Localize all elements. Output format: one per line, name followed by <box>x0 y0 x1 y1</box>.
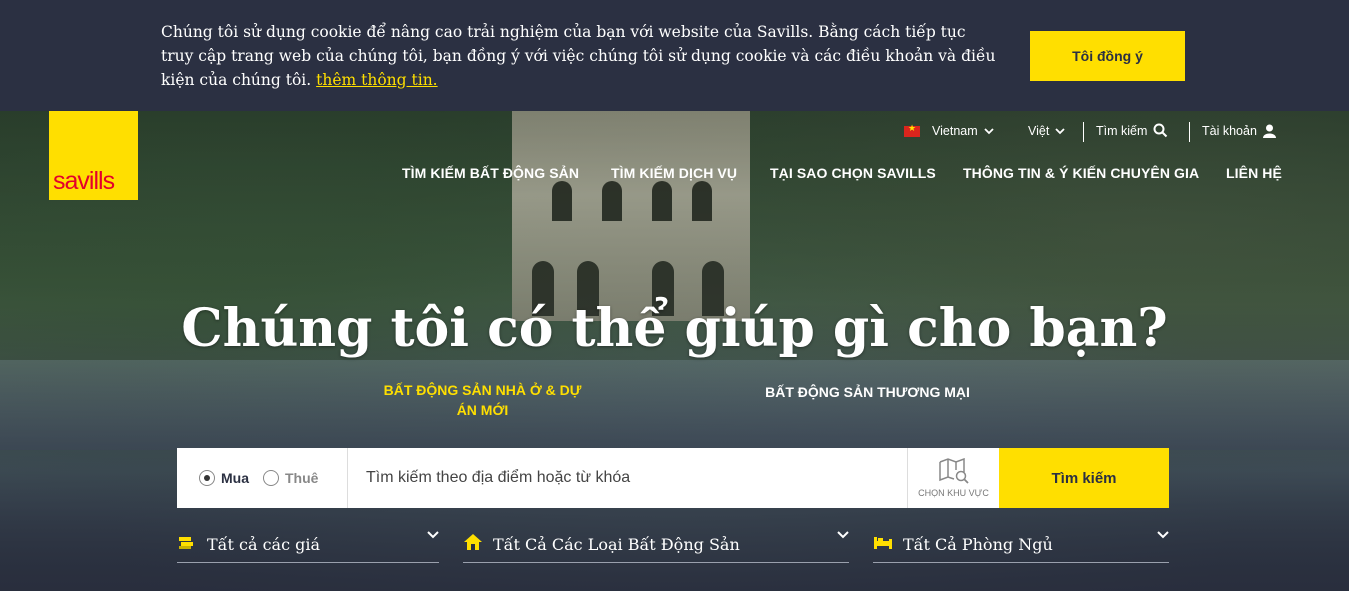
country-selector[interactable]: Vietnam <box>904 123 994 138</box>
language-label: Việt <box>1028 124 1050 138</box>
vietnam-flag-icon <box>904 123 920 137</box>
cookie-more-info-link[interactable]: thêm thông tin. <box>316 71 437 89</box>
search-submit-button[interactable]: Tìm kiếm <box>999 448 1169 508</box>
radio-rent-label: Thuê <box>285 470 319 486</box>
bedroom-filter-dropdown[interactable]: Tất Cả Phòng Ngủ <box>873 527 1169 563</box>
country-label: Vietnam <box>932 124 978 138</box>
chevron-down-icon <box>1055 128 1065 135</box>
chevron-down-icon <box>1157 531 1169 539</box>
property-search-bar: Mua Thuê CHỌN KHU VỰC Tìm kiếm <box>177 448 1169 508</box>
tab-residential[interactable]: BẤT ĐỘNG SẢN NHÀ Ở & DỰ ÁN MỚI <box>375 380 590 420</box>
hero-lake <box>0 360 1349 450</box>
radio-rent[interactable]: Thuê <box>263 470 318 486</box>
cookie-accept-button[interactable]: Tôi đồng ý <box>1030 31 1185 81</box>
search-icon <box>1153 123 1168 138</box>
hero-headline: Chúng tôi có thể giúp gì cho bạn? <box>181 298 1168 359</box>
chevron-down-icon <box>837 531 849 539</box>
bed-icon <box>873 535 893 554</box>
home-icon <box>463 533 483 556</box>
nav-item-why-savills[interactable]: TẠI SAO CHỌN SAVILLS <box>770 165 936 181</box>
search-input[interactable] <box>348 448 907 508</box>
tab-commercial[interactable]: BẤT ĐỘNG SẢN THƯƠNG MẠI <box>760 382 975 402</box>
price-filter-dropdown[interactable]: Tất cả các giá <box>177 527 439 563</box>
radio-checked-icon <box>199 470 215 486</box>
radio-unchecked-icon <box>263 470 279 486</box>
property-type-filter-label: Tất Cả Các Loại Bất Động Sản <box>493 535 740 554</box>
cookie-message: Chúng tôi sử dụng cookie để nâng cao trả… <box>161 23 996 89</box>
savills-logo[interactable]: savills <box>49 111 138 200</box>
property-type-filter-dropdown[interactable]: Tất Cả Các Loại Bất Động Sản <box>463 527 849 563</box>
radio-buy-label: Mua <box>221 470 249 486</box>
language-selector[interactable]: Việt <box>1028 124 1065 138</box>
account-link[interactable]: Tài khoản <box>1202 124 1276 138</box>
hero-tower-image <box>512 111 750 321</box>
nav-item-contact[interactable]: LIÊN HỆ <box>1226 165 1282 181</box>
cookie-text: Chúng tôi sử dụng cookie để nâng cao trả… <box>161 20 1001 92</box>
map-button-label: CHỌN KHU VỰC <box>918 488 989 498</box>
utility-search-label: Tìm kiếm <box>1096 123 1148 138</box>
nav-item-insight[interactable]: THÔNG TIN & Ý KIẾN CHUYÊN GIA <box>963 165 1199 181</box>
map-area-button[interactable]: CHỌN KHU VỰC <box>907 448 999 508</box>
utility-divider <box>1189 122 1190 142</box>
radio-buy[interactable]: Mua <box>199 470 249 486</box>
transaction-type-group: Mua Thuê <box>177 448 348 508</box>
user-icon <box>1262 124 1276 138</box>
chevron-down-icon <box>984 128 994 135</box>
bedroom-filter-label: Tất Cả Phòng Ngủ <box>903 535 1053 554</box>
nav-item-property-search[interactable]: TÌM KIẾM BẤT ĐỘNG SẢN <box>402 165 579 181</box>
account-label: Tài khoản <box>1202 124 1257 138</box>
nav-item-service-search[interactable]: TÌM KIẾM DỊCH VỤ <box>611 165 737 181</box>
cookie-banner: Chúng tôi sử dụng cookie để nâng cao trả… <box>0 0 1349 111</box>
logo-text: savills <box>53 167 115 195</box>
utility-divider <box>1083 122 1084 142</box>
price-filter-label: Tất cả các giá <box>207 535 321 554</box>
utility-search[interactable]: Tìm kiếm <box>1096 123 1168 138</box>
chevron-down-icon <box>427 531 439 539</box>
money-icon <box>177 535 197 554</box>
map-search-icon <box>938 458 969 484</box>
